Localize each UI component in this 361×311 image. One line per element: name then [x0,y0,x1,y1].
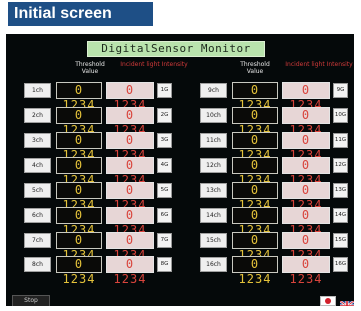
group-button[interactable]: 7G [157,233,172,248]
intensity-display: 0 1234 [282,207,330,237]
channel-button[interactable]: 3ch [24,133,51,148]
channel-button[interactable]: 9ch [200,83,227,98]
channel-button[interactable]: 5ch [24,183,51,198]
threshold-display: 0 1234 [56,207,102,237]
channel-row: 8ch 0 1234 0 1234 8G [24,255,174,286]
intensity-display: 0 1234 [282,232,330,262]
group-button[interactable]: 3G [157,133,172,148]
channel-row: 9ch 0 1234 0 1234 9G [200,81,350,112]
threshold-header: Threshold Value [75,61,105,75]
channel-button[interactable]: 14ch [200,208,227,223]
header-right: Threshold Value Incident light Intensity [235,61,354,79]
caption-label: Initial screen [8,2,153,26]
channel-button[interactable]: 4ch [24,158,51,173]
header-left: Threshold Value Incident light Intensity [70,61,190,79]
monitor-screen: DigitalSensor Monitor Threshold Value In… [6,34,354,306]
intensity-display: 0 1234 [106,82,154,112]
threshold-display: 0 1234 [232,157,278,187]
intensity-display: 0 1234 [106,207,154,237]
group-button[interactable]: 14G [333,208,348,223]
channel-button[interactable]: 7ch [24,233,51,248]
channel-row: 15ch 0 1234 0 1234 15G [200,231,350,262]
channel-row: 16ch 0 1234 0 1234 16G [200,255,350,286]
channel-row: 14ch 0 1234 0 1234 14G [200,206,350,237]
group-button[interactable]: 13G [333,183,348,198]
channel-row: 1ch 0 1234 0 1234 1G [24,81,174,112]
channel-row: 13ch 0 1234 0 1234 13G [200,181,350,212]
intensity-display: 0 1234 [106,107,154,137]
threshold-display: 0 1234 [56,82,102,112]
threshold-display: 0 1234 [56,232,102,262]
channel-button[interactable]: 11ch [200,133,227,148]
channel-button[interactable]: 16ch [200,257,227,272]
channel-row: 2ch 0 1234 0 1234 2G [24,106,174,137]
channel-button[interactable]: 10ch [200,108,227,123]
threshold-display: 0 1234 [56,256,102,286]
channel-button[interactable]: 15ch [200,233,227,248]
channel-button[interactable]: 13ch [200,183,227,198]
channel-row: 6ch 0 1234 0 1234 6G [24,206,174,237]
channel-button[interactable]: 6ch [24,208,51,223]
group-button[interactable]: 5G [157,183,172,198]
incident-header: Incident light Intensity [120,61,188,68]
group-button[interactable]: 12G [333,158,348,173]
channel-row: 3ch 0 1234 0 1234 3G [24,131,174,162]
group-button[interactable]: 2G [157,108,172,123]
threshold-display: 0 1234 [232,82,278,112]
threshold-display: 0 1234 [56,107,102,137]
intensity-display: 0 1234 [282,132,330,162]
app-title: DigitalSensor Monitor [87,41,265,57]
intensity-display: 0 1234 [106,182,154,212]
threshold-display: 0 1234 [56,132,102,162]
threshold-display: 0 1234 [56,157,102,187]
threshold-display: 0 1234 [232,256,278,286]
japan-flag-icon[interactable] [320,296,336,306]
threshold-header: Threshold Value [240,61,270,75]
threshold-display: 0 1234 [232,132,278,162]
group-button[interactable]: 11G [333,133,348,148]
intensity-display: 0 1234 [282,82,330,112]
channel-button[interactable]: 8ch [24,257,51,272]
intensity-display: 0 1234 [106,157,154,187]
group-button[interactable]: 16G [333,257,348,272]
intensity-display: 0 1234 [282,157,330,187]
group-button[interactable]: 4G [157,158,172,173]
uk-flag-icon[interactable] [340,296,354,306]
threshold-display: 0 1234 [232,232,278,262]
intensity-display: 0 1234 [282,256,330,286]
group-button[interactable]: 9G [333,83,348,98]
channel-row: 5ch 0 1234 0 1234 5G [24,181,174,212]
intensity-display: 0 1234 [106,232,154,262]
intensity-display: 0 1234 [106,256,154,286]
channel-button[interactable]: 1ch [24,83,51,98]
threshold-display: 0 1234 [56,182,102,212]
threshold-display: 0 1234 [232,207,278,237]
threshold-display: 0 1234 [232,182,278,212]
channel-button[interactable]: 12ch [200,158,227,173]
intensity-display: 0 1234 [106,132,154,162]
threshold-display: 0 1234 [232,107,278,137]
channel-row: 10ch 0 1234 0 1234 10G [200,106,350,137]
channel-row: 11ch 0 1234 0 1234 11G [200,131,350,162]
group-button[interactable]: 1G [157,83,172,98]
channel-row: 7ch 0 1234 0 1234 7G [24,231,174,262]
stop-button[interactable]: Stop [12,295,50,306]
group-button[interactable]: 15G [333,233,348,248]
channel-button[interactable]: 2ch [24,108,51,123]
group-button[interactable]: 10G [333,108,348,123]
incident-header: Incident light Intensity [285,61,353,68]
intensity-display: 0 1234 [282,107,330,137]
group-button[interactable]: 8G [157,257,172,272]
group-button[interactable]: 6G [157,208,172,223]
channel-row: 4ch 0 1234 0 1234 4G [24,156,174,187]
channel-row: 12ch 0 1234 0 1234 12G [200,156,350,187]
intensity-display: 0 1234 [282,182,330,212]
